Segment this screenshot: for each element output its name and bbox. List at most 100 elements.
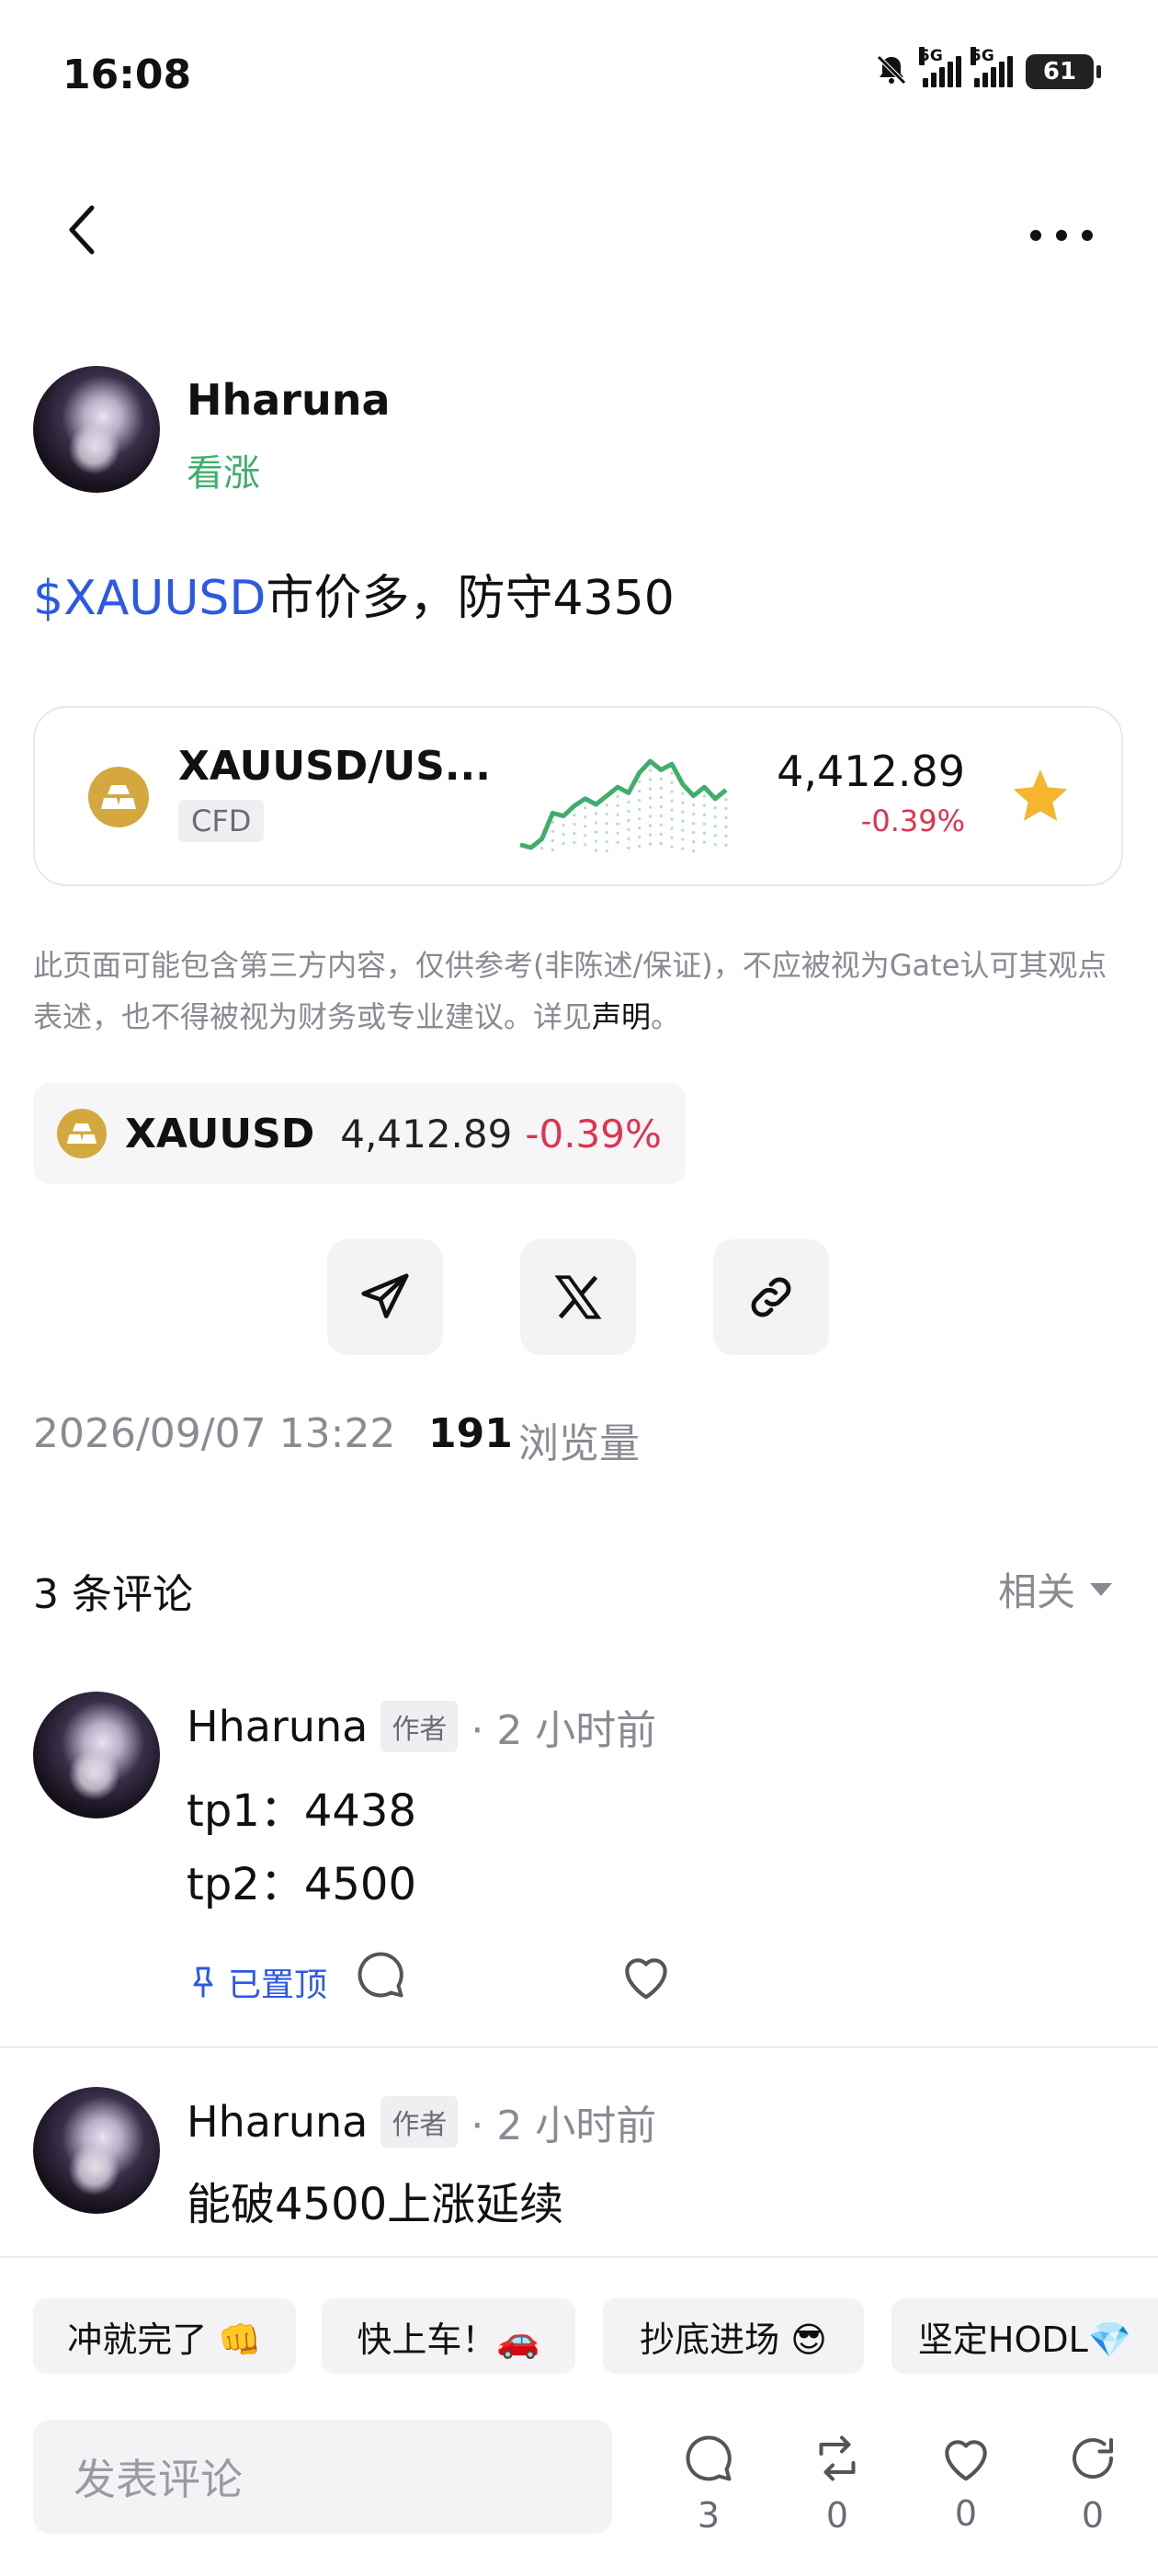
comments-count: 3 条评论 <box>33 1571 193 1618</box>
quick-reply-chip[interactable]: 坚定HODL💎 <box>891 2298 1158 2374</box>
share-count: 0 <box>1081 2495 1105 2536</box>
comment-bubble-icon <box>686 2435 732 2481</box>
ticker-link[interactable]: $XAUUSD <box>33 571 266 626</box>
repost-action[interactable]: 0 <box>787 2431 888 2536</box>
x-logo-icon <box>554 1275 602 1319</box>
sparkline-dot <box>670 808 674 812</box>
like-action[interactable]: 0 <box>915 2431 1016 2534</box>
sparkline-dot <box>648 805 653 809</box>
sparkline-dot <box>724 834 728 838</box>
comment-text-line: 能破4500上涨延续 <box>187 2179 564 2230</box>
sparkline-dot <box>584 843 587 847</box>
comment-count: 3 <box>697 2495 721 2536</box>
comment-divider <box>0 2046 1158 2048</box>
battery-icon: 61 <box>1026 54 1101 89</box>
sparkline-dot <box>702 804 707 807</box>
share-telegram-button[interactable] <box>327 1239 443 1355</box>
sparkline-dot <box>692 840 696 844</box>
comment-sort-dropdown[interactable]: 相关 <box>998 1561 1112 1617</box>
sparkline-dot <box>681 801 685 804</box>
status-icons: 5G 5G 61 <box>873 47 1101 92</box>
gold-coin-icon <box>88 767 149 827</box>
sparkline-dot <box>616 822 619 826</box>
sparkline-dot <box>638 826 641 830</box>
sparkline-dot <box>702 822 707 826</box>
author-name[interactable]: Hharuna <box>187 375 391 425</box>
copy-link-button[interactable] <box>713 1239 829 1355</box>
sparkline-dot <box>605 840 608 844</box>
price-sparkline <box>519 758 728 853</box>
comment-reply-button[interactable] <box>353 1947 408 2006</box>
share-action[interactable]: 0 <box>1042 2431 1143 2536</box>
card-change: -0.39% <box>860 804 965 838</box>
sparkline-dot <box>648 778 653 781</box>
card-type-badge: CFD <box>178 800 265 842</box>
market-card[interactable]: XAUUSD/US... CFD 4,412.89 -0.39% <box>33 706 1123 886</box>
quick-reply-chip[interactable]: 冲就完了 👊 <box>33 2298 296 2374</box>
sparkline-dot <box>659 832 663 836</box>
sparkline-dot <box>627 827 630 832</box>
ticker-chip[interactable]: XAUUSD 4,412.89 -0.39% <box>33 1083 686 1184</box>
sparkline-dot <box>573 840 576 845</box>
sparkline-dot <box>692 804 696 807</box>
disclaimer-text: 此页面可能包含第三方内容，仅供参考(非陈述/保证)，不应被视为Gate认可其观点… <box>33 948 1107 1034</box>
sort-label: 相关 <box>997 1569 1075 1614</box>
caret-down-icon <box>1090 1582 1112 1596</box>
sparkline-dot <box>638 807 641 812</box>
comment-action[interactable]: 3 <box>658 2431 759 2536</box>
post-text: $XAUUSD市价多，防守4350 <box>33 559 675 628</box>
comment-text-line: tp2：4500 <box>187 1859 416 1910</box>
sparkline-dot <box>702 840 707 844</box>
gold-coin-icon <box>57 1109 107 1158</box>
sparkline-dot <box>584 834 587 838</box>
comment-avatar[interactable] <box>33 2087 160 2214</box>
comment-author[interactable]: Hharuna <box>187 2097 368 2147</box>
author-badge: 作者 <box>380 1701 459 1752</box>
comment-like-button[interactable] <box>618 1949 675 2006</box>
sparkline-dot <box>562 832 565 837</box>
sparkline-dot <box>594 812 598 815</box>
post-body: 市价多，防守4350 <box>266 571 675 626</box>
back-button[interactable] <box>64 202 101 261</box>
sparkline-dot <box>616 813 619 816</box>
sparkline-dot <box>627 818 630 823</box>
comment-author[interactable]: Hharuna <box>187 1702 368 1751</box>
heart-icon <box>945 2440 987 2481</box>
sparkline-dot <box>648 824 653 827</box>
sparkline-dot <box>584 825 587 828</box>
sparkline-dot <box>638 844 641 849</box>
comment-bubble-icon <box>358 1952 403 1998</box>
sparkline-dot <box>670 799 674 803</box>
sparkline-dot <box>627 846 630 850</box>
sparkline-dot <box>584 815 587 819</box>
sparkline-dot <box>605 831 608 835</box>
comment-input[interactable]: 发表评论 <box>33 2420 612 2534</box>
favorite-star-button[interactable] <box>1011 767 1070 827</box>
sparkline-dot <box>616 840 619 844</box>
sparkline-dot <box>681 792 685 795</box>
sparkline-dot <box>627 809 630 814</box>
sparkline-dot <box>670 790 674 793</box>
more-options-button[interactable] <box>1029 217 1094 242</box>
sparkline-dot <box>605 813 608 816</box>
share-x-button[interactable] <box>520 1239 636 1355</box>
comment-avatar[interactable] <box>33 1692 160 1818</box>
disclaimer-link[interactable]: 声明 <box>592 999 651 1034</box>
sparkline-dot <box>713 843 717 847</box>
sparkline-dot <box>638 798 641 803</box>
quick-reply-chip[interactable]: 抄底进场 😎 <box>603 2298 864 2374</box>
sparkline-dot <box>713 815 717 819</box>
status-time: 16:08 <box>62 51 192 98</box>
sparkline-dot <box>724 825 728 828</box>
sparkline-dot <box>648 769 653 772</box>
author-avatar[interactable] <box>33 366 160 493</box>
share-arrow-icon <box>1073 2438 1114 2479</box>
sparkline-dot <box>670 771 674 775</box>
view-count: 191 <box>428 1410 513 1457</box>
quick-reply-chip[interactable]: 快上车！🚗 <box>322 2298 575 2374</box>
sparkline-dot <box>539 847 544 850</box>
sparkline-dot <box>659 777 663 781</box>
sparkline-dot <box>724 843 728 847</box>
sparkline-dot <box>594 849 598 852</box>
sparkline-dot <box>648 833 653 837</box>
